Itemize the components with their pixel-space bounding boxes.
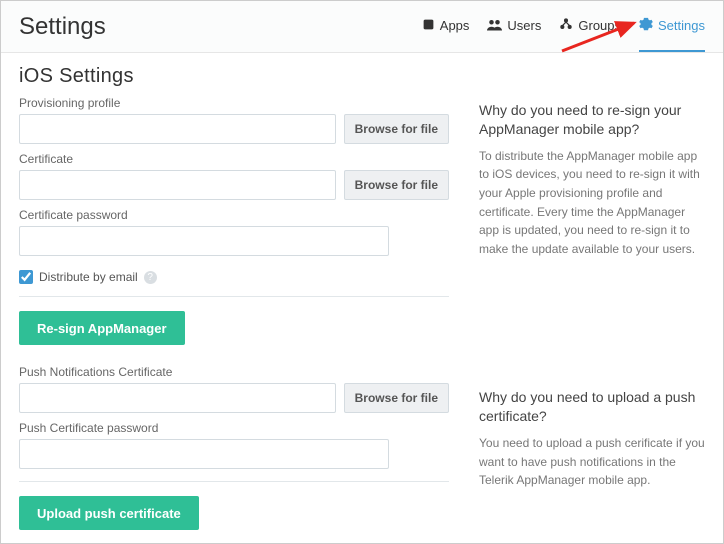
help-push-title: Why do you need to upload a push certifi… [479, 388, 705, 426]
certificate-password-label: Certificate password [19, 208, 449, 222]
resign-appmanager-button[interactable]: Re-sign AppManager [19, 311, 185, 345]
browse-certificate-button[interactable]: Browse for file [344, 170, 449, 200]
gear-icon [639, 17, 653, 34]
help-icon[interactable]: ? [144, 271, 157, 284]
provisioning-profile-input[interactable] [19, 114, 336, 144]
page-title: iOS Settings [19, 65, 449, 88]
certificate-input[interactable] [19, 170, 336, 200]
certificate-password-input[interactable] [19, 226, 389, 256]
distribute-email-label: Distribute by email [39, 270, 138, 284]
provisioning-profile-label: Provisioning profile [19, 96, 449, 110]
push-certificate-label: Push Notifications Certificate [19, 365, 449, 379]
divider [19, 296, 449, 297]
help-resign-title: Why do you need to re-sign your AppManag… [479, 101, 705, 139]
certificate-label: Certificate [19, 152, 449, 166]
distribute-email-checkbox[interactable] [19, 270, 33, 284]
help-resign-text: To distribute the AppManager mobile app … [479, 147, 705, 259]
users-icon [487, 18, 502, 34]
push-certificate-input[interactable] [19, 383, 336, 413]
help-push-text: You need to upload a push cerificate if … [479, 434, 705, 490]
page-header-title: Settings [19, 13, 106, 41]
push-certificate-password-label: Push Certificate password [19, 421, 449, 435]
tab-settings[interactable]: Settings [639, 1, 705, 52]
browse-push-certificate-button[interactable]: Browse for file [344, 383, 449, 413]
tab-groups[interactable]: Groups [559, 1, 621, 52]
browse-provisioning-button[interactable]: Browse for file [344, 114, 449, 144]
tab-label: Groups [578, 18, 621, 33]
groups-icon [559, 18, 573, 34]
upload-push-certificate-button[interactable]: Upload push certificate [19, 496, 199, 530]
tab-label: Users [507, 18, 541, 33]
divider [19, 481, 449, 482]
tab-apps[interactable]: Apps [422, 1, 470, 52]
tab-label: Settings [658, 18, 705, 33]
push-certificate-password-input[interactable] [19, 439, 389, 469]
apps-icon [422, 18, 435, 34]
tab-label: Apps [440, 18, 470, 33]
top-tabs: Apps Users Groups Settings [422, 1, 705, 52]
tab-users[interactable]: Users [487, 1, 541, 52]
